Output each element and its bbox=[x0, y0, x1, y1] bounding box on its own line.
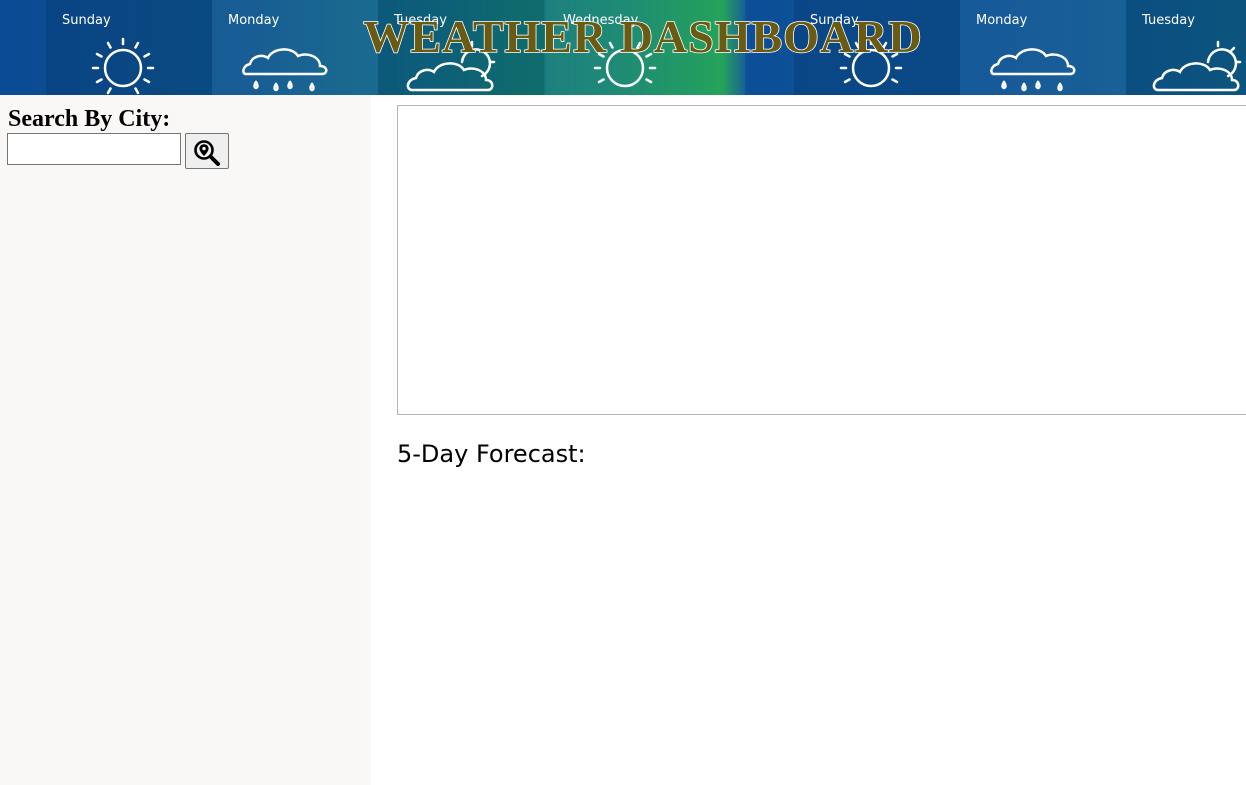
forecast-heading: 5-Day Forecast: bbox=[397, 440, 586, 468]
page-title: WEATHER DASHBOARD bbox=[363, 11, 923, 62]
city-search-input[interactable] bbox=[7, 133, 181, 165]
header-banner: Sunday Monday Tuesday Wednesday Sunday M… bbox=[0, 0, 1246, 95]
location-search-icon bbox=[194, 139, 220, 166]
search-label: Search By City: bbox=[8, 106, 171, 132]
sidebar: Search By City: bbox=[0, 95, 371, 785]
current-weather-panel bbox=[397, 105, 1246, 415]
search-button[interactable] bbox=[185, 133, 229, 169]
